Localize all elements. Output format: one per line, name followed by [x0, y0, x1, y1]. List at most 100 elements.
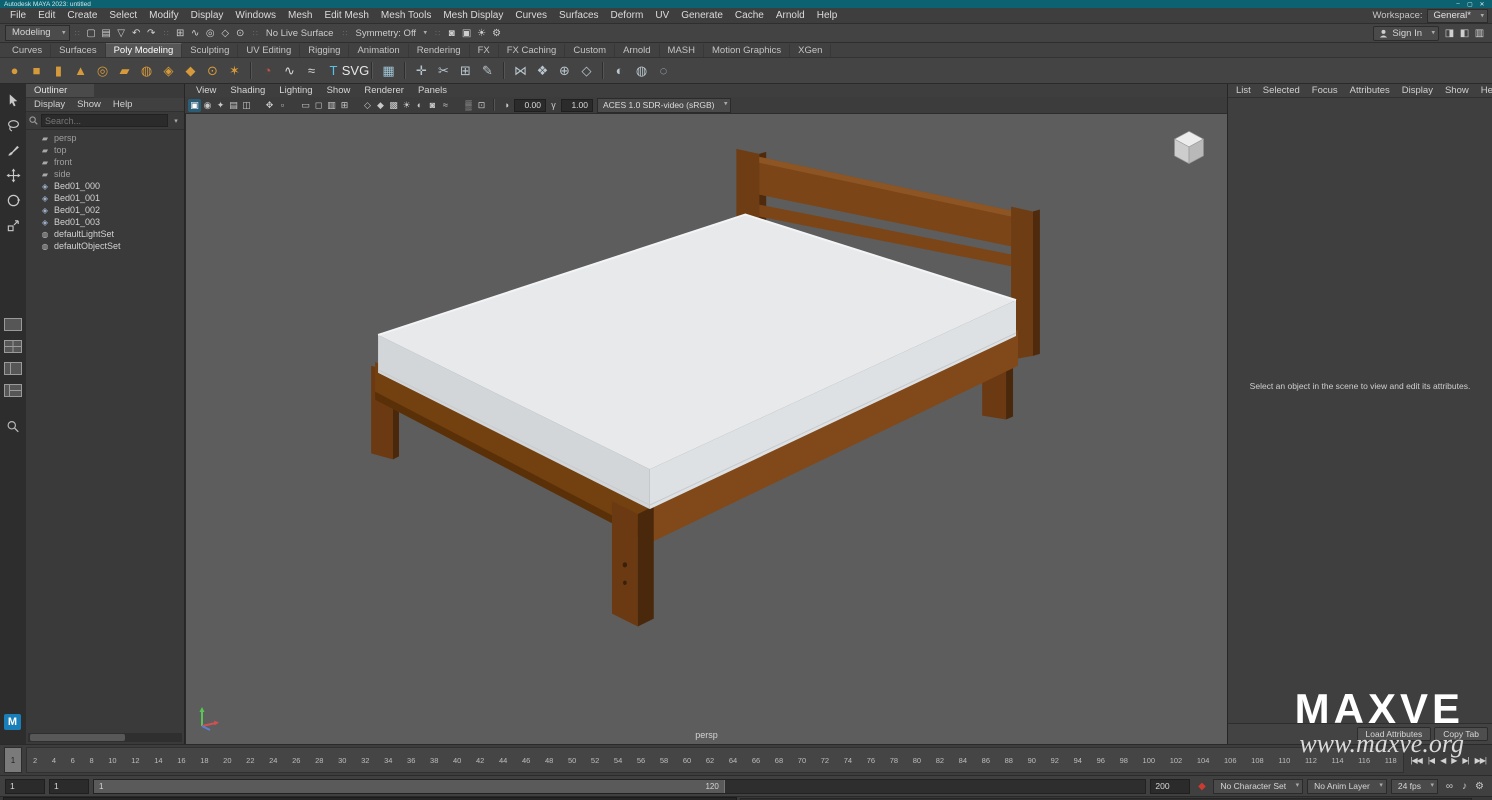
timeline-tick[interactable]: 90 — [1028, 756, 1036, 765]
outliner-search-input[interactable] — [41, 114, 168, 127]
select-tool-button[interactable] — [3, 90, 23, 110]
menu-item[interactable]: File — [4, 10, 32, 21]
menu-item[interactable]: Deform — [605, 10, 650, 21]
gamma-field[interactable]: 1.00 — [561, 99, 593, 112]
attribute-editor-menu-item[interactable]: Focus — [1306, 85, 1344, 96]
shelf-tab[interactable]: Curves — [4, 44, 51, 57]
group-grip[interactable]: ∷ — [164, 29, 168, 38]
timeline-tick[interactable]: 6 — [71, 756, 75, 765]
snap-point-icon[interactable]: ◎ — [203, 26, 218, 40]
render-settings-icon[interactable]: ⚙ — [489, 26, 504, 40]
outliner-panel-tab[interactable]: Outliner — [26, 84, 94, 98]
timeline-tick[interactable]: 50 — [568, 756, 576, 765]
shelf-platonic-solid-icon[interactable]: ◈ — [158, 60, 179, 81]
minimize-button[interactable]: ‒ — [1452, 1, 1464, 7]
timeline-tick[interactable]: 20 — [223, 756, 231, 765]
vp-overscan-icon[interactable]: ▫ — [276, 99, 289, 112]
timeline-tick[interactable]: 2 — [33, 756, 37, 765]
animation-start-field[interactable]: 1 — [5, 779, 45, 794]
shelf-poly-helix-icon[interactable]: ✶ — [224, 60, 245, 81]
shelf-poly-cube-icon[interactable]: ■ — [26, 60, 47, 81]
timeline-tick[interactable]: 96 — [1097, 756, 1105, 765]
menu-item[interactable]: Windows — [229, 10, 282, 21]
shelf-combine-icon[interactable]: ◍ — [631, 60, 652, 81]
vp-motion-blur-icon[interactable]: ≈ — [439, 99, 452, 112]
timeline-tick[interactable]: 64 — [729, 756, 737, 765]
menu-item[interactable]: UV — [649, 10, 675, 21]
timeline-tick[interactable]: 108 — [1251, 756, 1264, 765]
timeline-tick[interactable]: 62 — [706, 756, 714, 765]
timeline-tick[interactable]: 12 — [131, 756, 139, 765]
timeline-tick[interactable]: 76 — [867, 756, 875, 765]
gamma-icon[interactable]: γ — [547, 99, 560, 112]
lasso-tool-button[interactable] — [3, 115, 23, 135]
save-scene-icon[interactable]: ▽ — [114, 26, 129, 40]
vp-isolate-select-icon[interactable]: ⊡ — [475, 99, 488, 112]
modeling-toolkit-badge[interactable]: M — [4, 714, 21, 730]
menu-set-dropdown[interactable]: Modeling — [5, 25, 70, 41]
make-live-icon[interactable]: ⊙ — [233, 26, 248, 40]
shelf-multi-cut-icon[interactable]: ✂ — [433, 60, 454, 81]
undo-icon[interactable]: ↶ — [129, 26, 144, 40]
workspace-dropdown[interactable]: General* — [1427, 9, 1489, 23]
menu-item[interactable]: Generate — [675, 10, 729, 21]
playback-start-field[interactable]: 1 — [49, 779, 89, 794]
shelf-tab[interactable]: FX — [470, 44, 499, 57]
timeline-tick[interactable]: 34 — [384, 756, 392, 765]
outliner-item-front[interactable]: ▰front — [26, 156, 184, 168]
outliner-item-defaultlightset[interactable]: ◍defaultLightSet — [26, 228, 184, 240]
timeline-tick[interactable]: 92 — [1051, 756, 1059, 765]
vp-lock-camera-icon[interactable]: ◉ — [201, 99, 214, 112]
timeline-tick[interactable]: 26 — [292, 756, 300, 765]
timeline-tick[interactable]: 32 — [361, 756, 369, 765]
toggle-channel-box-icon[interactable]: ▥ — [1472, 26, 1487, 40]
timeline-tick[interactable]: 102 — [1170, 756, 1183, 765]
live-surface-label[interactable]: No Live Surface — [262, 28, 338, 39]
menu-item[interactable]: Edit — [32, 10, 61, 21]
attribute-editor-menu-item[interactable]: Show — [1439, 85, 1475, 96]
view-cube[interactable] — [1169, 128, 1209, 168]
go-to-end-button[interactable]: ▶▶| — [1473, 756, 1488, 765]
shelf-boolean-icon[interactable]: ◐ — [609, 60, 630, 81]
timeline-tick[interactable]: 44 — [499, 756, 507, 765]
shelf-tab[interactable]: Rendering — [409, 44, 470, 57]
layout-four-pane-button[interactable] — [4, 340, 22, 356]
timeline-tick[interactable]: 114 — [1332, 756, 1344, 765]
sign-in-button[interactable]: Sign In — [1373, 26, 1439, 41]
vp-xray-icon[interactable]: ▒ — [462, 99, 475, 112]
shelf-tab[interactable]: Arnold — [615, 44, 659, 57]
shelf-extrude-icon[interactable]: ⊕ — [554, 60, 575, 81]
shelf-tab[interactable]: UV Editing — [238, 44, 300, 57]
shelf-separate-icon[interactable]: ◌ — [653, 60, 674, 81]
vp-gate-mask-icon[interactable]: ▥ — [325, 99, 338, 112]
exposure-field[interactable]: 0.00 — [514, 99, 546, 112]
shelf-poly-pipe-icon[interactable]: ⊙ — [202, 60, 223, 81]
move-tool-button[interactable] — [3, 165, 23, 185]
shelf-poly-cylinder-icon[interactable]: ▮ — [48, 60, 69, 81]
shelf-tab[interactable]: Poly Modeling — [106, 43, 183, 57]
outliner-menu-item[interactable]: Display — [28, 99, 71, 110]
timeline-tick[interactable]: 82 — [936, 756, 944, 765]
scale-tool-button[interactable] — [3, 215, 23, 235]
outliner-item-bed01-003[interactable]: ◈Bed01_003 — [26, 216, 184, 228]
timeline-tick[interactable]: 72 — [821, 756, 829, 765]
maximize-button[interactable]: ▢ — [1464, 1, 1476, 8]
shelf-bevel-icon[interactable]: ◇ — [576, 60, 597, 81]
viewport-menu-item[interactable]: Lighting — [272, 85, 319, 96]
snap-plane-icon[interactable]: ◇ — [218, 26, 233, 40]
menu-item[interactable]: Cache — [729, 10, 770, 21]
timeline-tick[interactable]: 84 — [959, 756, 967, 765]
timeline-tick[interactable]: 100 — [1143, 756, 1156, 765]
play-forwards-button[interactable]: ▶ — [1449, 756, 1458, 765]
menu-item[interactable]: Create — [61, 10, 103, 21]
vp-film-gate-icon[interactable]: ▭ — [299, 99, 312, 112]
group-grip[interactable]: ∷ — [253, 29, 257, 38]
layout-two-pane-button[interactable] — [4, 362, 22, 378]
vp-camera-attributes-icon[interactable]: ✦ — [214, 99, 227, 112]
shelf-nurbs-sphere-icon[interactable]: ◔ — [257, 60, 278, 81]
shelf-svg-tool-icon[interactable]: SVG — [345, 60, 366, 81]
timeline-tick[interactable]: 36 — [407, 756, 415, 765]
timeline-tick[interactable]: 110 — [1278, 756, 1290, 765]
render-current-frame-icon[interactable]: ▣ — [459, 26, 474, 40]
outliner-item-top[interactable]: ▰top — [26, 144, 184, 156]
